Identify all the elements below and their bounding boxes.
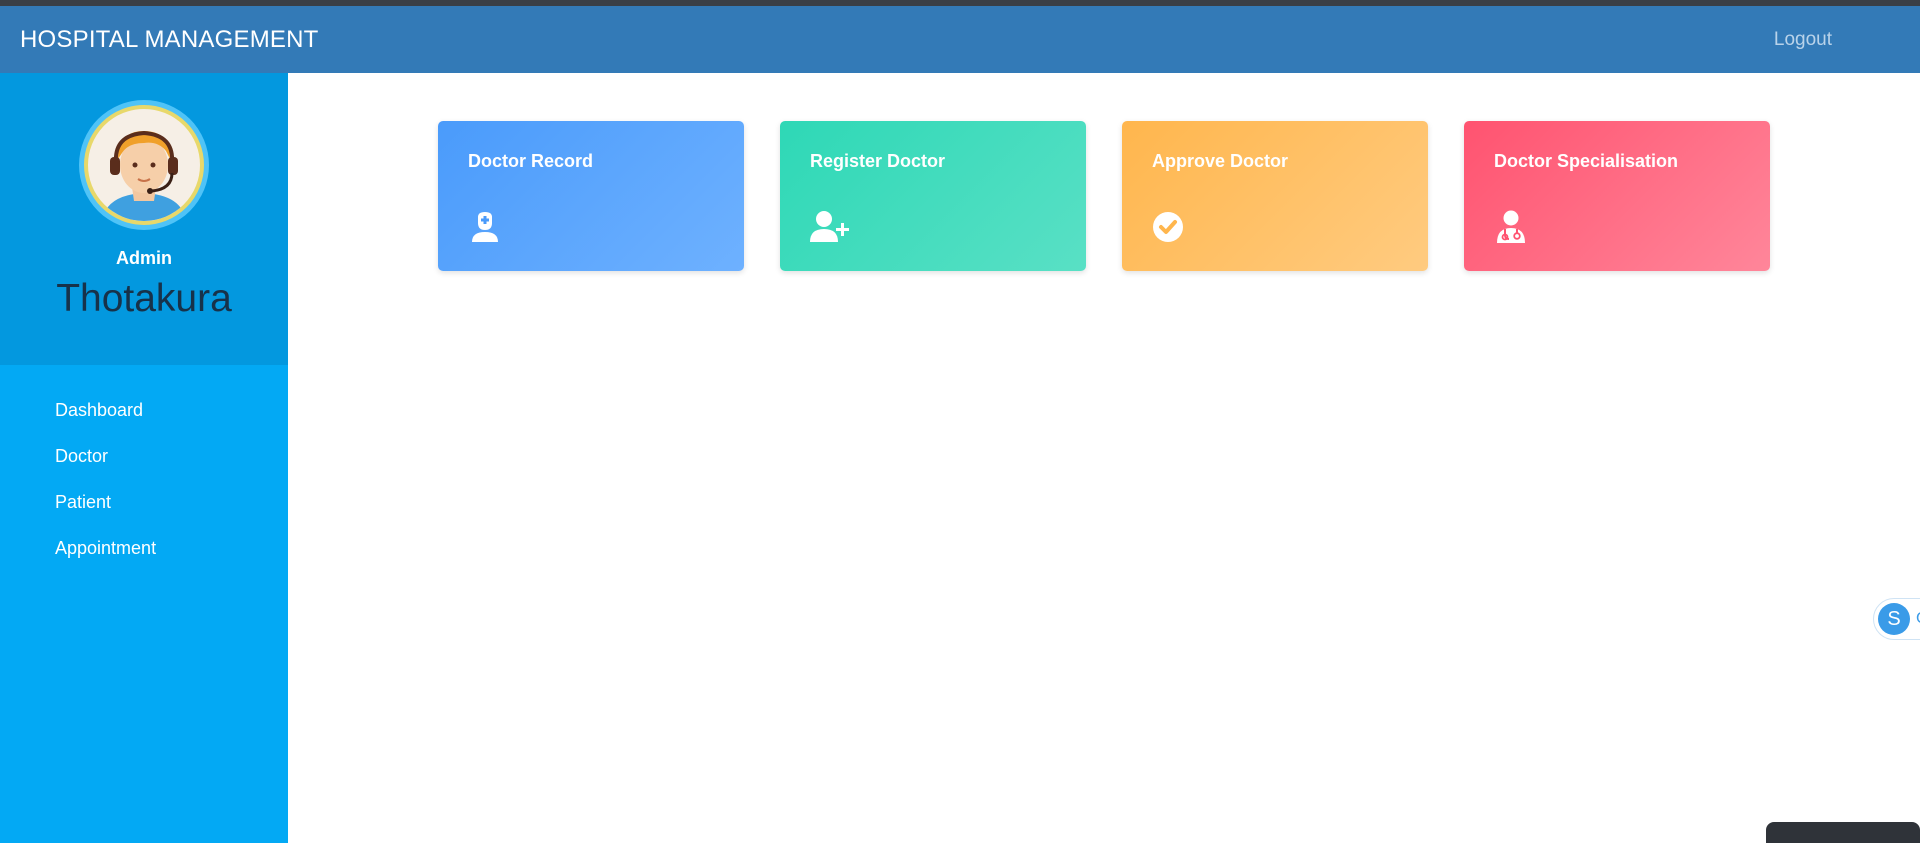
sidebar-item-dashboard[interactable]: Dashboard [0,387,288,433]
card-title: Approve Doctor [1152,151,1289,171]
profile-panel: Admin Thotakura [0,73,288,365]
brand-title[interactable]: HOSPITAL MANAGEMENT [20,26,319,54]
card-approve-doctor[interactable]: Approve Doctor [1122,121,1428,271]
sidebar-item-appointment[interactable]: Appointment [0,525,288,571]
avatar [84,105,204,225]
card-register-doctor[interactable]: Register Doctor [780,121,1086,271]
doctor-stethoscope-icon [1497,210,1525,243]
sidebar-menu: Dashboard Doctor Patient Appointment [0,365,288,571]
top-navbar: HOSPITAL MANAGEMENT Logout [0,6,1920,73]
sidebar: Admin Thotakura Dashboard Doctor Patient… [0,73,288,843]
sidebar-item-doctor[interactable]: Doctor [0,433,288,479]
profile-role: Admin [116,248,172,268]
avatar-person-icon [102,130,186,221]
user-doctor-icon [472,212,498,242]
avatar-ring [79,100,209,230]
check-circle-icon [1153,212,1183,242]
card-title: Register Doctor [810,151,946,171]
logout-link[interactable]: Logout [1774,29,1832,51]
dashboard-cards: Doctor Record Register Doctor Approve Do… [438,121,1770,271]
card-title: Doctor Specialisation [1494,151,1679,171]
skype-icon: S [1878,603,1910,635]
corner-toolbar [1766,822,1920,843]
user-plus-icon [810,211,849,242]
card-doctor-specialisation[interactable]: Doctor Specialisation [1464,121,1770,271]
card-doctor-record[interactable]: Doctor Record [438,121,744,271]
sidebar-item-patient[interactable]: Patient [0,479,288,525]
profile-name: Thotakura [56,277,232,320]
skype-widget-label: C [1916,610,1920,628]
skype-widget[interactable]: S C [1873,598,1920,640]
card-title: Doctor Record [468,151,594,171]
